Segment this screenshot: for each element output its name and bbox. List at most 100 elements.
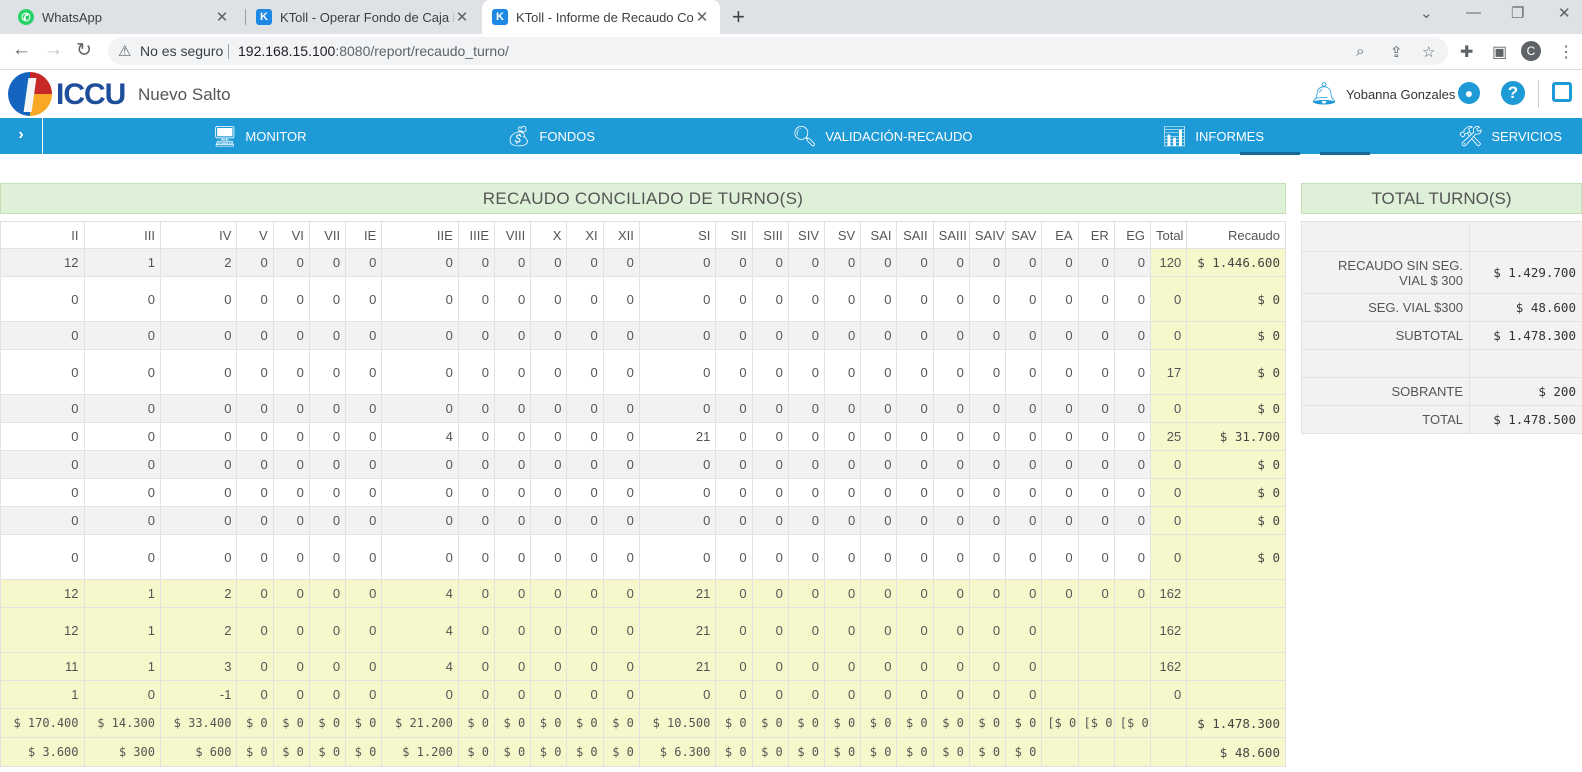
url-text[interactable]: 192.168.15.100:8080/report/recaudo_turno… (238, 43, 509, 59)
table-cell: $ 0 (236, 737, 274, 767)
table-cell: 0 (272, 652, 310, 681)
table-cell: 0 (787, 652, 826, 681)
side-panel-icon[interactable]: ▣ (1492, 42, 1507, 62)
menu-item-validacion-recaudo[interactable]: 🔍︎ VALIDACIÓN-RECAUDO (792, 118, 973, 154)
table-cell: 0 (236, 607, 274, 653)
address-bar[interactable]: ⚠ No es seguro 192.168.15.100:8080/repor… (108, 37, 1448, 65)
table-cell: $ 0 (715, 708, 753, 738)
tab-title: WhatsApp (42, 9, 102, 25)
table-cell: 0 (824, 450, 862, 479)
column-header: II (0, 221, 85, 249)
tab-whatsapp[interactable]: ✆ WhatsApp ✕ (8, 0, 240, 34)
table-cell: [$ 0] (1041, 708, 1079, 738)
table-cell: 0 (1113, 450, 1151, 479)
table-cell: 0 (1077, 394, 1115, 423)
new-tab-button[interactable]: + (732, 4, 745, 30)
table-row: $ 3.600 $ 300 $ 600 $ 0 $ 0 $ 0 $ 0 $ 1.200 $ 0 $… (0, 737, 1286, 767)
extensions-icon[interactable]: ✚ (1460, 42, 1473, 62)
table-cell: $ 0 (566, 737, 604, 767)
table-cell: 0 (345, 422, 383, 451)
table-cell: 0 (896, 349, 934, 395)
security-label[interactable]: No es seguro (140, 43, 223, 59)
close-icon[interactable]: ✕ (214, 8, 230, 26)
close-icon[interactable]: ✕ (694, 8, 710, 26)
menu-item-fondos[interactable]: 💰︎ FONDOS (506, 118, 595, 154)
column-header: EA (1041, 221, 1079, 249)
table-cell (1186, 607, 1286, 653)
chevron-right-icon[interactable]: › (0, 118, 43, 154)
table-cell: 0 (159, 349, 238, 395)
table-cell: 0 (715, 422, 753, 451)
bookmark-star-icon[interactable]: ☆ (1422, 43, 1435, 61)
table-cell: 0 (1041, 534, 1079, 580)
table-cell: 0 (272, 579, 310, 608)
table-cell: 0 (159, 450, 238, 479)
close-icon[interactable]: ✕ (454, 8, 470, 26)
table-cell: 0 (381, 394, 459, 423)
table-cell: 0 (968, 607, 1007, 653)
table-cell: 0 (566, 652, 604, 681)
table-cell: 0 (308, 506, 347, 535)
table-cell: $ 0 (236, 708, 274, 738)
table-cell: 0 (1149, 534, 1188, 580)
table-row: 0 0 0 0 0 0 0 0 0 0 0 0 0 0 0 0 0 0 0 0 0 0 0 0 0 0 0 $ 0 (0, 276, 1286, 322)
table-cell: 0 (494, 422, 532, 451)
table-cell: 21 (638, 652, 717, 681)
close-window-icon[interactable]: ✕ (1558, 4, 1571, 22)
tab-informe-recaudo[interactable]: K KToll - Informe de Recaudo Conc ✕ (482, 0, 720, 34)
table-cell: $ 0 (1186, 276, 1286, 322)
table-cell: $ 0 (345, 737, 383, 767)
forward-icon[interactable]: → (44, 39, 63, 61)
table-cell (1149, 708, 1188, 738)
menu-item-informes[interactable]: 📊︎ INFORMES (1162, 118, 1264, 154)
back-icon[interactable]: ← (12, 39, 31, 61)
restore-icon[interactable]: ❐ (1511, 4, 1524, 22)
table-cell: 0 (602, 422, 640, 451)
totals-table: RECAUDO SIN SEG. VIAL $ 300 $ 1.429.700 SE… (1301, 221, 1582, 434)
column-header: SAIV (968, 221, 1007, 249)
table-cell: 0 (159, 321, 238, 350)
table-cell: 0 (860, 422, 898, 451)
menu-icon[interactable]: ⋮ (1558, 42, 1574, 62)
table-cell: 4 (381, 607, 459, 653)
table-cell: 0 (715, 579, 753, 608)
table-cell: 0 (457, 349, 496, 395)
minimize-icon[interactable]: — (1466, 4, 1481, 21)
table-cell: 0 (530, 276, 568, 322)
reload-icon[interactable]: ↻ (76, 39, 92, 62)
table-cell: $ 0 (272, 737, 310, 767)
table-cell: 0 (860, 506, 898, 535)
help-icon[interactable]: ? (1501, 81, 1525, 105)
table-cell: 0 (0, 506, 85, 535)
table-cell: 0 (860, 394, 898, 423)
table-cell: 0 (345, 534, 383, 580)
table-cell: 0 (159, 534, 238, 580)
table-cell: $ 0 (1186, 349, 1286, 395)
table-header-row: II III IV V VI VII IE IIE IIIE VIII X XI XII SI SII SII… (0, 221, 1286, 249)
zoom-icon[interactable]: ⌕ (1356, 43, 1364, 60)
share-icon[interactable]: ⇪ (1390, 43, 1403, 61)
totals-row: SEG. VIAL $300 $ 48.600 (1301, 293, 1582, 322)
table-cell: 0 (1041, 422, 1079, 451)
tab-operar-fondo[interactable]: K KToll - Operar Fondo de Caja Fue ✕ (246, 0, 480, 34)
table-cell: 0 (308, 534, 347, 580)
profile-avatar[interactable]: C (1521, 41, 1541, 61)
table-cell: 0 (1149, 506, 1188, 535)
table-cell: 0 (1041, 394, 1079, 423)
bell-icon[interactable]: 🔔︎ (1310, 81, 1338, 107)
menu-label: VALIDACIÓN-RECAUDO (825, 128, 973, 144)
table-cell: 0 (602, 248, 640, 277)
table-cell: 0 (932, 534, 970, 580)
menu-item-monitor[interactable]: 🖥︎ MONITOR (212, 118, 307, 154)
totals-value: $ 1.429.700 (1469, 251, 1582, 294)
chevron-down-icon[interactable]: ⌄ (1420, 4, 1433, 22)
menu-item-servicios[interactable]: 🛠︎ SERVICIOS (1458, 118, 1562, 154)
logout-icon[interactable] (1552, 82, 1572, 102)
table-cell: $ 0 (457, 708, 496, 738)
user-name[interactable]: Yobanna Gonzales (1346, 87, 1455, 102)
main-menu: › 🖥︎ MONITOR 💰︎ FONDOS 🔍︎ VALIDACIÓN-REC… (0, 118, 1582, 154)
table-cell: 0 (566, 680, 604, 709)
table-cell: 0 (968, 422, 1007, 451)
user-icon[interactable]: ● (1458, 82, 1480, 104)
table-cell: 0 (715, 276, 753, 322)
